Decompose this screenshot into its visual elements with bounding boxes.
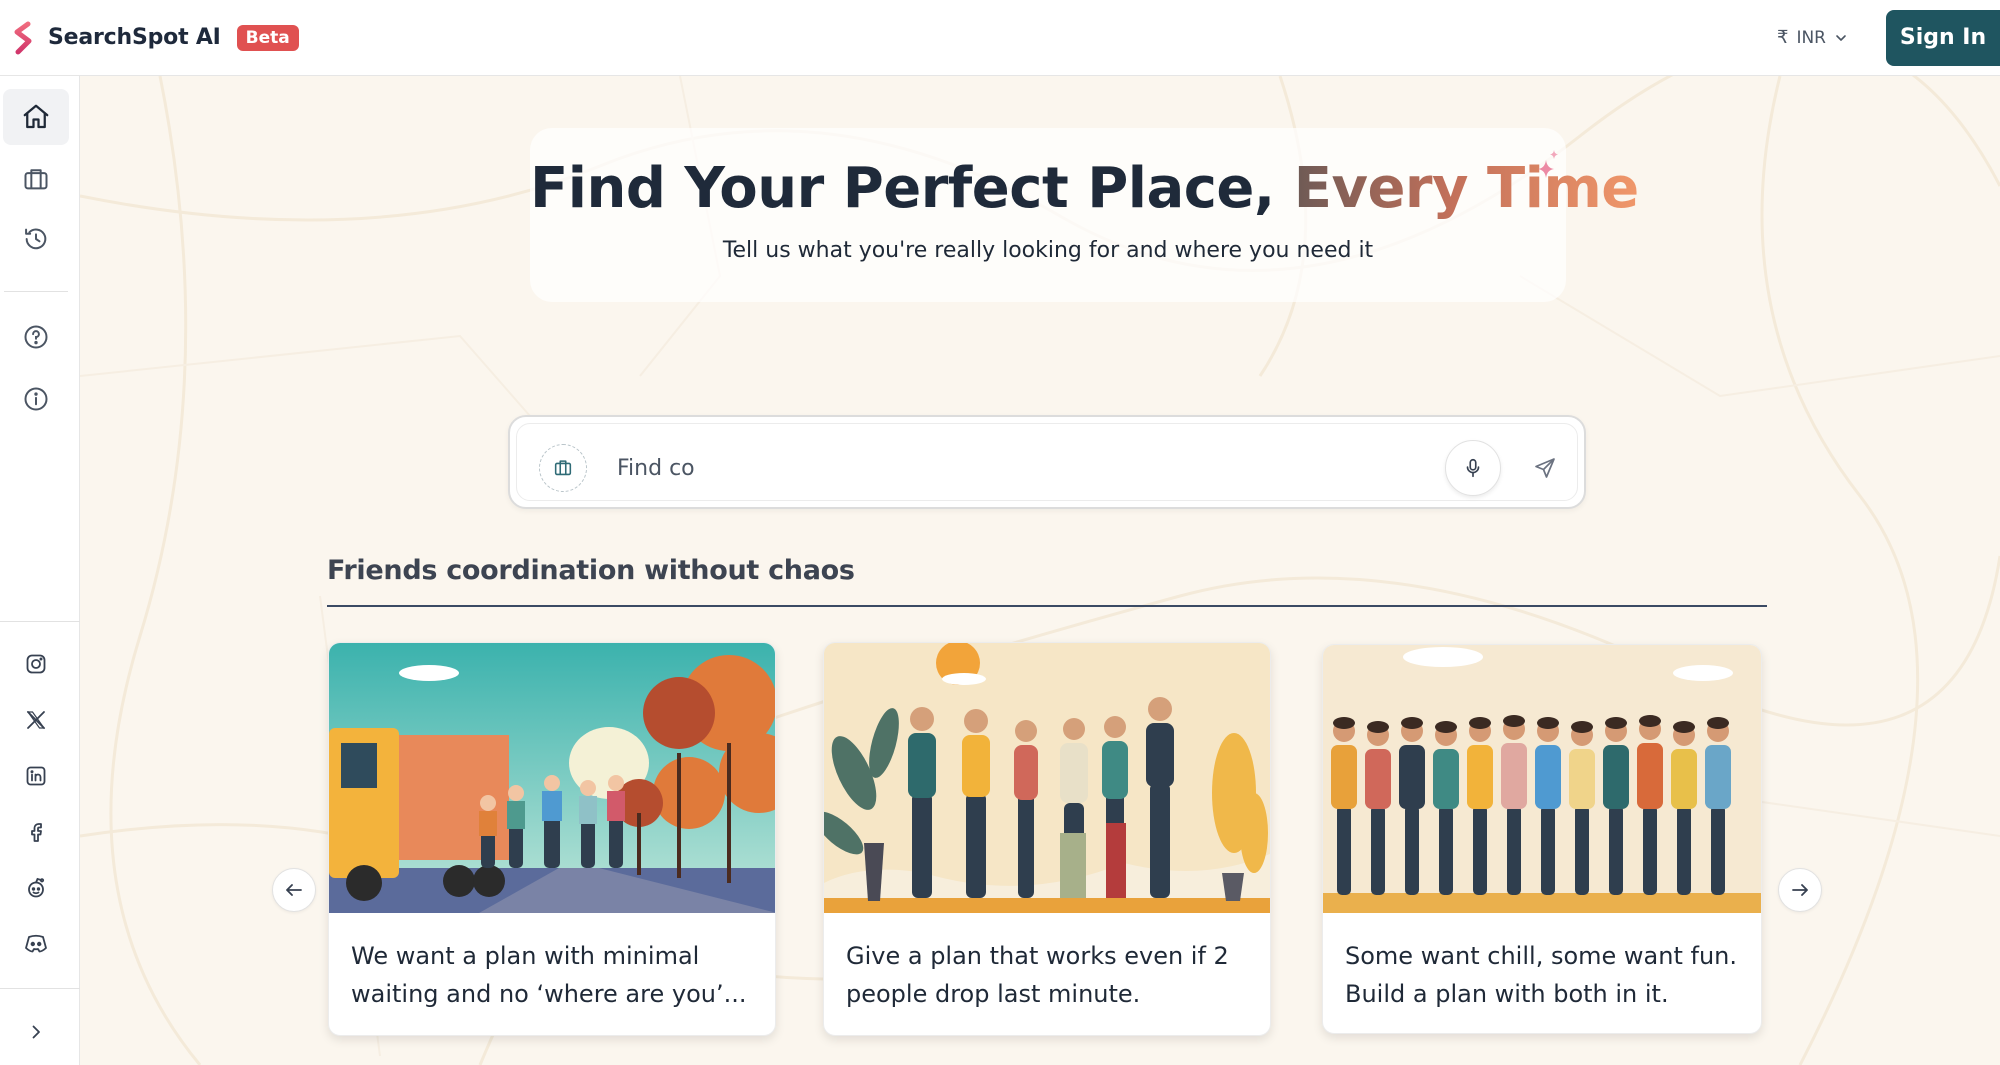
sign-in-button[interactable]: Sign In [1886,9,2000,66]
social-instagram[interactable] [3,636,69,692]
sidebar-divider [0,621,80,622]
brand-logo-icon [10,19,36,57]
currency-symbol: ₹ [1777,27,1789,48]
suggestion-card[interactable]: Give a plan that works even if 2 people … [823,642,1271,1036]
home-icon [23,104,49,129]
card-illustration [824,643,1270,913]
suggestion-card[interactable]: We want a plan with minimal waiting and … [328,642,776,1036]
hero-title-accent: Every Time [1293,156,1640,221]
card-text: We want a plan with minimal waiting and … [351,942,747,1008]
linkedin-icon [26,766,46,786]
search-input[interactable] [617,446,1417,490]
beta-badge: Beta [236,24,299,51]
brand[interactable]: SearchSpot AI Beta [10,19,299,57]
sidebar-divider [4,291,68,292]
social-discord[interactable] [3,916,69,972]
send-button[interactable] [1517,440,1573,496]
currency-label: INR [1796,27,1826,48]
arrow-right-icon [1792,884,1808,896]
hero-title-main: Find Your Perfect Place, [530,156,1294,221]
carousel-prev-button[interactable] [272,868,316,912]
suggestion-card[interactable]: Some want chill, some want fun. Build a … [1322,644,1762,1034]
social-x[interactable] [3,692,69,748]
brand-name: SearchSpot AI [48,25,221,50]
info-icon [24,387,48,411]
chevron-right-icon [32,1025,40,1039]
sidebar-item-help[interactable] [3,309,69,365]
top-bar: SearchSpot AI Beta ₹ INR Sign In [0,0,2000,76]
facebook-icon [31,823,42,842]
card-text: Some want chill, some want fun. Build a … [1345,942,1737,1008]
reddit-icon [28,877,45,898]
card-illustration [329,643,775,913]
section-title: Friends coordination without chaos [327,555,855,586]
sidebar-item-home[interactable] [3,89,69,145]
chevron-down-icon [1836,34,1846,41]
instagram-icon [26,654,46,674]
arrow-left-icon [286,884,302,896]
hero-title: Find Your Perfect Place, Every Time [530,156,1639,221]
sparkle-icon [1538,150,1558,178]
briefcase-icon [24,169,48,190]
discord-icon [25,934,47,953]
card-illustration [1323,645,1761,913]
sidebar-divider [0,988,80,989]
sidebar-item-history[interactable] [3,211,69,267]
currency-selector[interactable]: ₹ INR [1777,27,1848,48]
sidebar-item-about[interactable] [3,371,69,427]
history-icon [25,228,47,250]
hero-subtitle: Tell us what you're really looking for a… [722,238,1374,263]
search-category-button[interactable] [539,444,587,492]
social-reddit[interactable] [3,860,69,916]
help-icon [24,325,48,349]
sidebar-item-workspace[interactable] [3,151,69,207]
hero-card: Find Your Perfect Place, Every Time Tell… [530,128,1639,302]
main-content: Find Your Perfect Place, Every Time Tell… [80,76,2000,1065]
card-text: Give a plan that works even if 2 people … [846,942,1229,1008]
x-icon [26,711,46,729]
microphone-icon [1466,458,1480,478]
sidebar-expand-button[interactable] [3,1004,69,1060]
building-icon [554,460,572,476]
social-facebook[interactable] [3,804,69,860]
search-inner [516,423,1578,501]
section-divider [327,605,1767,607]
voice-input-button[interactable] [1445,440,1501,496]
sidebar [0,76,80,1065]
send-icon [1535,458,1555,478]
carousel-next-button[interactable] [1778,868,1822,912]
search-box [508,415,1586,509]
social-linkedin[interactable] [3,748,69,804]
